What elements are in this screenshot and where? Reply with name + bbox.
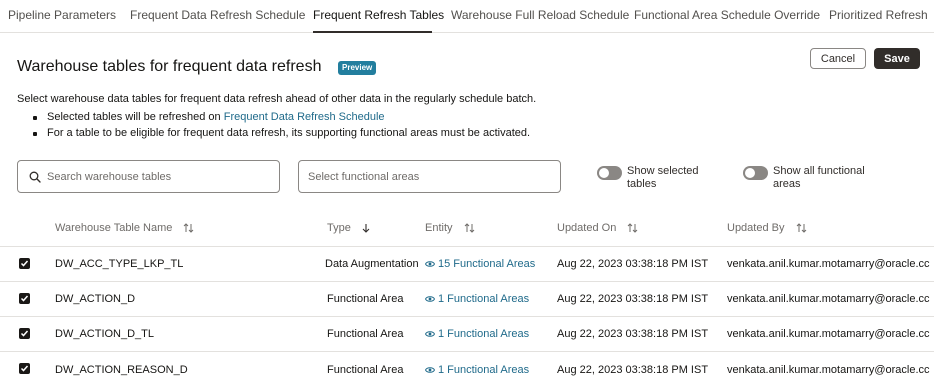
frequent-data-refresh-schedule-link[interactable]: Frequent Data Refresh Schedule [224,111,385,123]
show-all-functional-areas-toggle[interactable] [743,166,768,180]
cell-updated-on: Aug 22, 2023 03:38:18 PM IST [557,293,709,305]
column-header-label: Entity [425,222,453,234]
sort-icon [464,223,474,233]
checkmark-icon [20,260,29,267]
active-tab-indicator [313,31,432,33]
toggle-label-line: Show all functional [773,165,865,177]
cell-entity-link[interactable]: 15 Functional Areas [425,258,535,270]
sort-icon [628,223,638,233]
cell-updated-by: venkata.anil.kumar.motamarry@oracle.cc [727,328,930,340]
preview-badge: Preview [338,61,377,75]
sort-descending-icon [362,224,370,233]
cell-entity-link[interactable]: 1 Functional Areas [425,364,529,376]
cell-table-name: DW_ACTION_REASON_D [55,364,188,376]
sort-icon [796,223,806,233]
row-divider [0,316,934,317]
cell-type: Data Augmentation [325,258,419,270]
cell-type: Functional Area [327,293,404,305]
cell-table-name: DW_ACC_TYPE_LKP_TL [55,258,184,270]
column-header-warehouse-table-name[interactable]: Warehouse Table Name [55,222,194,234]
toggle-knob [599,168,609,178]
column-header-label: Type [327,222,351,234]
entity-label: 15 Functional Areas [438,258,536,270]
cell-type: Functional Area [327,364,404,376]
cell-updated-on: Aug 22, 2023 03:38:18 PM IST [557,258,709,270]
tab-frequent-refresh-tables[interactable]: Frequent Refresh Tables [313,8,444,22]
column-header-updated-on[interactable]: Updated On [557,222,638,234]
search-icon [29,171,41,183]
column-header-label: Warehouse Table Name [55,222,173,234]
bullet-dot [33,116,37,120]
column-header-updated-by[interactable]: Updated By [727,222,807,234]
row-checkbox[interactable] [19,293,30,304]
cell-type: Functional Area [327,328,404,340]
column-header-label: Updated By [727,222,785,234]
bullet-item: For a table to be eligible for frequent … [33,127,530,143]
bullet-text: For a table to be eligible for frequent … [47,127,531,139]
tab-prioritized-refresh[interactable]: Prioritized Refresh [829,8,928,22]
search-field[interactable] [17,160,280,193]
entity-label: 1 Functional Areas [438,328,530,340]
column-header-entity[interactable]: Entity [425,222,475,234]
entity-label: 1 Functional Areas [438,293,530,305]
show-all-functional-areas-label: Show all functional areas [773,165,865,191]
checkmark-icon [20,365,29,372]
row-divider [0,281,934,282]
bullet-item: Selected tables will be refreshed on Fre… [33,111,530,127]
view-icon [425,261,435,267]
cancel-button[interactable]: Cancel [810,48,866,69]
bullet-dot [33,132,37,136]
sort-icon [184,223,194,233]
cell-updated-on: Aug 22, 2023 03:38:18 PM IST [557,364,709,376]
cell-updated-by: venkata.anil.kumar.motamarry@oracle.cc [727,293,930,305]
entity-label: 1 Functional Areas [438,364,530,376]
view-icon [425,367,435,373]
toggle-label-line: areas [773,178,801,190]
page-description: Select warehouse data tables for frequen… [17,93,537,105]
column-header-label: Updated On [557,222,617,234]
save-button[interactable]: Save [874,48,920,69]
row-checkbox[interactable] [19,363,30,374]
cell-table-name: DW_ACTION_D [55,293,136,305]
tab-pipeline-parameters[interactable]: Pipeline Parameters [8,8,116,22]
toggle-label-line: Show selected [627,165,699,177]
toggle-knob [745,168,755,178]
cell-updated-on: Aug 22, 2023 03:38:18 PM IST [557,328,709,340]
tab-frequent-data-refresh-schedule[interactable]: Frequent Data Refresh Schedule [130,8,305,22]
checkmark-icon [20,295,29,302]
row-checkbox[interactable] [19,328,30,339]
tab-bar: Pipeline Parameters Frequent Data Refres… [0,0,934,33]
show-selected-tables-label: Show selected tables [627,165,699,191]
row-divider [0,351,934,352]
view-icon [425,331,435,337]
bullet-text: Selected tables will be refreshed on [47,111,224,123]
row-checkbox[interactable] [19,258,30,269]
row-divider [0,246,934,247]
cell-table-name: DW_ACTION_D_TL [55,328,155,340]
tab-warehouse-full-reload-schedule[interactable]: Warehouse Full Reload Schedule [451,8,629,22]
functional-areas-select[interactable] [298,160,561,193]
cell-entity-link[interactable]: 1 Functional Areas [425,293,529,305]
toggle-label-line: tables [627,178,657,190]
checkmark-icon [20,330,29,337]
cell-entity-link[interactable]: 1 Functional Areas [425,328,529,340]
description-bullets: Selected tables will be refreshed on Fre… [33,111,530,143]
page-title: Warehouse tables for frequent data refre… [17,58,322,75]
cell-updated-by: venkata.anil.kumar.motamarry@oracle.cc [727,258,930,270]
show-selected-tables-toggle[interactable] [597,166,622,180]
cell-updated-by: venkata.anil.kumar.motamarry@oracle.cc [727,364,930,376]
functional-areas-input[interactable] [308,161,553,192]
tab-functional-area-schedule-override[interactable]: Functional Area Schedule Override [634,8,820,22]
column-header-type[interactable]: Type [327,222,370,234]
search-input[interactable] [47,161,273,192]
view-icon [425,296,435,302]
